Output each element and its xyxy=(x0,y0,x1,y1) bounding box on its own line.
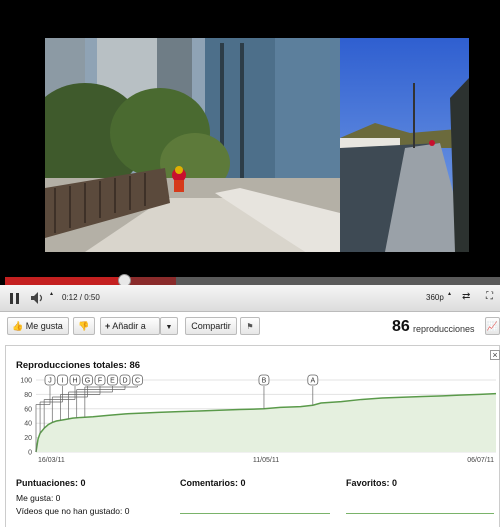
share-button[interactable]: Compartir xyxy=(185,317,237,335)
marker-label: D xyxy=(122,378,127,385)
video-frame-image xyxy=(45,38,469,252)
comments-sparkline xyxy=(180,513,330,514)
y-tick-label: 40 xyxy=(24,421,32,428)
seek-bar[interactable] xyxy=(5,277,500,285)
x-tick-label: 11/05/11 xyxy=(253,457,279,464)
marker-label: J xyxy=(48,378,52,385)
marker-label: B xyxy=(262,378,267,385)
comments-title: Comentarios: 0 xyxy=(180,478,246,488)
pause-icon[interactable] xyxy=(10,293,20,304)
x-tick-label: 06/07/11 xyxy=(467,457,494,464)
y-tick-label: 60 xyxy=(24,406,32,413)
dislikes-count: Vídeos que no han gustado: 0 xyxy=(16,506,130,516)
marker-label: C xyxy=(135,378,140,385)
video-frame[interactable] xyxy=(45,38,469,252)
add-to-label: Añadir a xyxy=(112,321,146,331)
stats-title: Reproducciones totales: 86 xyxy=(16,360,141,371)
statistics-panel: Reproducciones totales: 86 × J I H G F ED C B A … xyxy=(5,345,500,527)
stats-toggle-button[interactable]: 📈 xyxy=(485,317,500,335)
chevron-down-icon: ▼ xyxy=(165,324,173,331)
popout-icon[interactable]: ⇄ xyxy=(462,291,470,302)
like-label: Me gusta xyxy=(25,321,63,331)
marker-label: H xyxy=(72,378,77,385)
y-tick-label: 20 xyxy=(24,435,32,442)
annotation-marker[interactable]: B xyxy=(258,374,270,409)
like-button[interactable]: 👍 Me gusta xyxy=(7,317,69,335)
quality-selector[interactable]: 360p xyxy=(426,293,444,302)
player-controls: ▴ 0:12 / 0:50 360p ▴ ⇄ ⛶ xyxy=(0,285,500,312)
marker-label: G xyxy=(85,378,90,385)
actions-bar: 👍 Me gusta 👎 + Añadir a ▼ Compartir ⚑ 86… xyxy=(0,311,500,343)
add-to-button[interactable]: + Añadir a xyxy=(100,317,160,335)
volume-icon[interactable] xyxy=(31,292,45,304)
close-icon: × xyxy=(492,350,498,360)
video-player[interactable] xyxy=(0,0,500,287)
played-bar xyxy=(5,277,124,285)
dislike-button[interactable]: 👎 xyxy=(73,317,95,335)
favorites-title: Favoritos: 0 xyxy=(346,478,398,488)
y-tick-label: 100 xyxy=(20,378,32,385)
x-tick-label: 16/03/11 xyxy=(38,457,65,464)
views-chart: J I H G F ED C B A 0 20 40 60 80 100 16/03/11 11/05/11… xyxy=(20,374,497,464)
time-display: 0:12 / 0:50 xyxy=(62,293,100,302)
add-to-dropdown-button[interactable]: ▼ xyxy=(160,317,178,335)
marker-label: F xyxy=(98,378,102,385)
close-stats-button[interactable]: × xyxy=(490,350,500,360)
marker-label: A xyxy=(310,378,315,385)
y-tick-label: 80 xyxy=(24,392,32,399)
quality-caret-icon: ▴ xyxy=(448,291,452,297)
view-count: 86 xyxy=(392,318,410,335)
stats-chart-icon: 📈 xyxy=(486,321,499,331)
marker-label: E xyxy=(110,378,115,385)
fullscreen-icon[interactable]: ⛶ xyxy=(486,291,493,302)
views-area xyxy=(36,393,496,452)
flag-icon: ⚑ xyxy=(246,322,254,331)
plus-icon: + xyxy=(105,321,111,331)
favorites-sparkline xyxy=(346,513,494,514)
annotation-marker[interactable]: A xyxy=(307,374,319,406)
thumbs-down-icon: 👎 xyxy=(78,321,90,331)
views-label: reproducciones xyxy=(413,324,475,334)
marker-label: I xyxy=(62,378,64,385)
flag-button[interactable]: ⚑ xyxy=(240,317,260,335)
volume-caret-icon: ▴ xyxy=(50,291,54,297)
y-tick-label: 0 xyxy=(28,450,32,457)
share-label: Compartir xyxy=(191,321,231,331)
thumbs-up-icon: 👍 xyxy=(12,321,24,331)
ratings-title: Puntuaciones: 0 xyxy=(16,478,86,488)
likes-count: Me gusta: 0 xyxy=(16,493,61,503)
